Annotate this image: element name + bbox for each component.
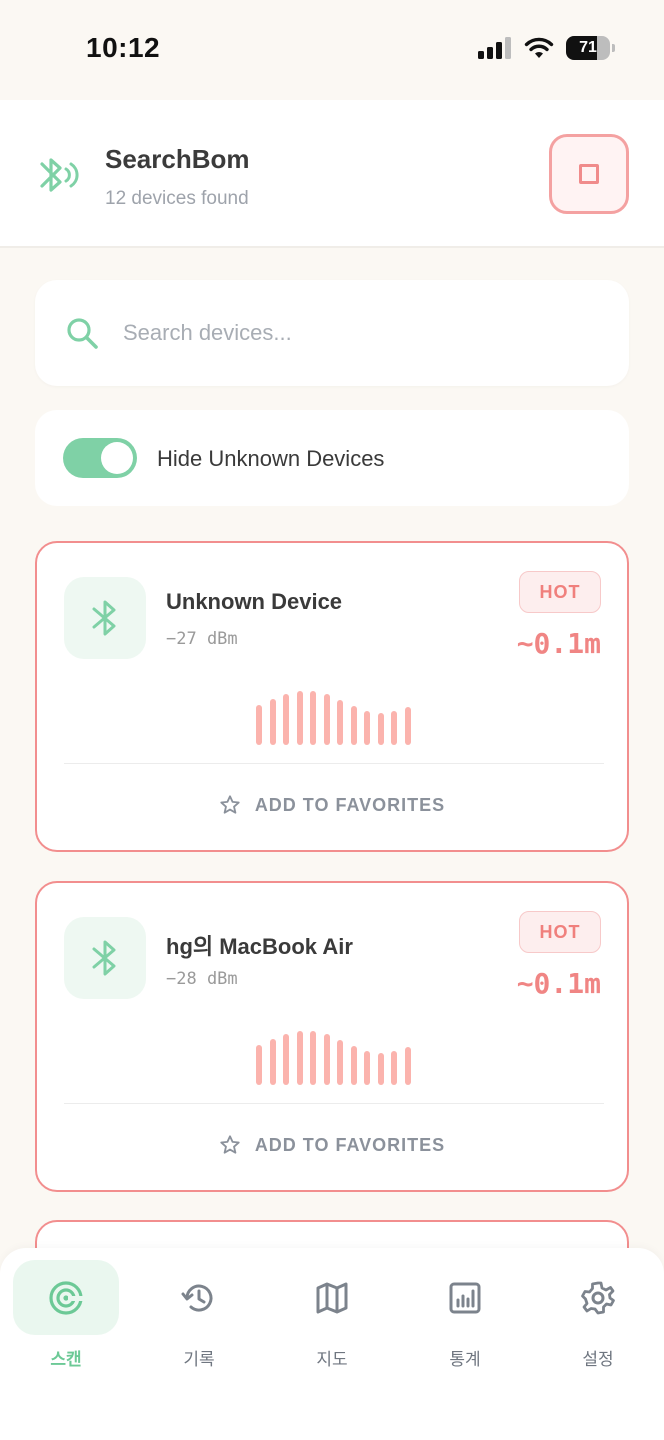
- search-bar: [35, 280, 629, 386]
- search-icon: [67, 318, 98, 349]
- search-input[interactable]: [123, 310, 603, 356]
- device-name: hg의 MacBook Air: [166, 934, 353, 959]
- signal-bar: [283, 694, 289, 745]
- add-to-favorites-button[interactable]: ADD TO FAVORITES: [37, 1123, 627, 1167]
- card-divider: [64, 1103, 604, 1104]
- nav-item-scan[interactable]: 스캔: [13, 1260, 119, 1370]
- status-time: 10:12: [86, 32, 161, 63]
- nav-icon-container: [146, 1260, 252, 1335]
- status-icons: 71: [478, 36, 615, 60]
- bottom-nav: 스캔 기록 지도 통계 설정: [0, 1248, 664, 1440]
- signal-bar: [337, 1040, 343, 1085]
- nav-item-stats[interactable]: 통계: [412, 1260, 518, 1370]
- hide-unknown-label: Hide Unknown Devices: [157, 446, 385, 471]
- signal-history-bars: [256, 689, 416, 745]
- nav-icon-container: [13, 1260, 119, 1335]
- signal-bar: [296, 691, 303, 745]
- signal-bar: [283, 1034, 289, 1085]
- app-title: SearchBom: [105, 144, 250, 174]
- add-to-favorites-button[interactable]: ADD TO FAVORITES: [37, 783, 627, 827]
- star-icon: [220, 795, 240, 814]
- nav-item-settings[interactable]: 설정: [545, 1260, 651, 1370]
- signal-bar: [404, 1047, 411, 1085]
- signal-bar: [323, 694, 330, 745]
- device-card[interactable]: Unknown Device −27 dBm HOT ~0.1m ADD TO …: [35, 541, 629, 852]
- nav-item-history[interactable]: 기록: [146, 1260, 252, 1370]
- nav-icon-container: [545, 1260, 651, 1335]
- device-icon: [64, 917, 146, 999]
- signal-bar: [256, 1045, 262, 1085]
- signal-bar: [269, 699, 276, 745]
- signal-bar: [391, 1051, 397, 1085]
- signal-bar: [310, 691, 316, 745]
- signal-bar: [350, 706, 357, 745]
- map-icon: [316, 1282, 348, 1313]
- signal-bar: [404, 707, 411, 745]
- battery-level: 71: [579, 39, 597, 56]
- device-distance: ~0.1m: [516, 627, 601, 660]
- device-rssi: −27 dBm: [166, 629, 238, 649]
- device-distance: ~0.1m: [516, 967, 601, 1000]
- device-count: 12 devices found: [105, 188, 249, 209]
- stop-icon: [579, 164, 599, 184]
- star-icon: [220, 1135, 240, 1154]
- signal-bar: [323, 1034, 330, 1085]
- filter-card: Hide Unknown Devices: [35, 410, 629, 506]
- hide-unknown-toggle[interactable]: [63, 438, 137, 478]
- bluetooth-icon: [92, 940, 116, 976]
- nav-label: 기록: [183, 1350, 215, 1369]
- stop-scan-button[interactable]: [549, 134, 629, 214]
- card-divider: [64, 763, 604, 764]
- signal-bar: [310, 1031, 316, 1085]
- device-card[interactable]: hg의 MacBook Air −28 dBm HOT ~0.1m ADD TO…: [35, 881, 629, 1192]
- proximity-badge: HOT: [519, 911, 601, 953]
- nav-item-map[interactable]: 지도: [279, 1260, 385, 1370]
- signal-bar: [377, 1053, 384, 1085]
- chart-icon: [449, 1282, 481, 1313]
- cellular-signal-icon: [478, 37, 511, 59]
- signal-bar: [364, 711, 370, 745]
- signal-bar: [256, 705, 262, 745]
- device-name: Unknown Device: [166, 589, 343, 614]
- nav-icon-container: [412, 1260, 518, 1335]
- signal-bar: [364, 1051, 370, 1085]
- proximity-badge: HOT: [519, 571, 601, 613]
- signal-bar: [296, 1031, 303, 1085]
- status-bar: 10:12 71: [0, 0, 664, 100]
- nav-label: 스캔: [50, 1350, 82, 1369]
- nav-label: 설정: [582, 1350, 614, 1369]
- settings-icon: [581, 1281, 615, 1314]
- signal-bar: [350, 1046, 357, 1085]
- nav-label: 통계: [449, 1350, 481, 1369]
- signal-bar: [377, 713, 384, 745]
- battery-indicator: 71: [566, 36, 615, 60]
- nav-icon-container: [279, 1260, 385, 1335]
- signal-bar: [269, 1039, 276, 1085]
- signal-history-bars: [256, 1029, 416, 1085]
- toggle-knob: [101, 442, 133, 474]
- favorites-label: ADD TO FAVORITES: [254, 794, 446, 815]
- favorites-label: ADD TO FAVORITES: [254, 1134, 446, 1155]
- app-header: SearchBom 12 devices found: [0, 100, 664, 248]
- bluetooth-scanning-icon: [40, 158, 79, 192]
- wifi-icon: [524, 37, 554, 58]
- radar-icon: [49, 1280, 84, 1315]
- signal-bar: [391, 711, 397, 745]
- signal-bar: [337, 700, 343, 745]
- bluetooth-icon: [92, 600, 116, 636]
- history-icon: [181, 1284, 213, 1312]
- nav-label: 지도: [316, 1350, 348, 1369]
- device-rssi: −28 dBm: [166, 969, 238, 989]
- device-icon: [64, 577, 146, 659]
